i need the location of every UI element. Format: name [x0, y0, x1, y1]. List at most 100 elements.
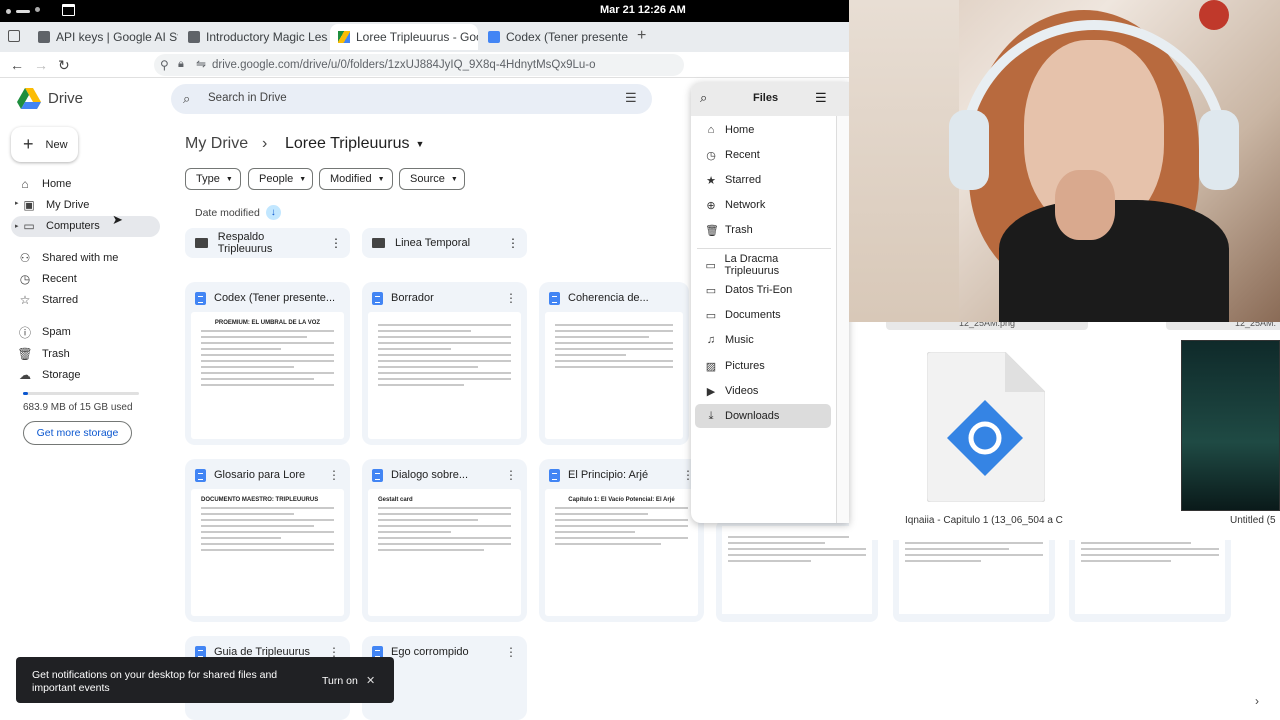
bookmark-label: Pictures: [725, 360, 765, 372]
workspace-indicator[interactable]: [35, 7, 40, 12]
sidebar-item-shared[interactable]: ⚇ Shared with me: [18, 248, 119, 268]
doc-card-borrador[interactable]: Borrador ⋮: [362, 282, 527, 445]
doc-card-principio[interactable]: El Principio: Arjé ⋮ Capítulo 1: El Vacío…: [539, 459, 704, 622]
tab-loree-drive[interactable]: Loree Tripleuurus - Goog✕: [330, 24, 478, 50]
folder-linea-temporal[interactable]: Linea Temporal ⋮: [362, 228, 527, 258]
sidebar-label: Trash: [42, 348, 70, 360]
drive-search-bar[interactable]: ⌕ Search in Drive ☰: [171, 84, 652, 114]
more-vert-icon[interactable]: ⋮: [505, 645, 517, 659]
more-vert-icon[interactable]: ⋮: [507, 236, 519, 250]
files-place-starred[interactable]: ★ Starred: [695, 168, 831, 192]
url-field[interactable]: ⚲ 🔒︎ ⇋ drive.google.com/drive/u/0/folder…: [154, 54, 684, 76]
files-bookmark-datos[interactable]: ▭ Datos Tri-Eon: [695, 278, 831, 302]
more-vert-icon[interactable]: ⋮: [505, 468, 517, 482]
doc-card-dialogo[interactable]: Dialogo sobre... ⋮ Gestalt card: [362, 459, 527, 622]
sidebar-item-trash[interactable]: 🗑︎ Trash: [17, 344, 70, 364]
filter-type[interactable]: Type ▼: [185, 168, 241, 190]
reload-icon[interactable]: ↻: [58, 57, 70, 74]
sidebar-label: Computers: [46, 220, 100, 232]
site-info-icon[interactable]: ⚲: [160, 58, 169, 72]
tune-icon[interactable]: ⇋: [196, 57, 206, 71]
workspace-indicator[interactable]: [6, 9, 11, 14]
clock-icon: ◷: [19, 272, 31, 286]
thumb-title: Gestalt card: [378, 497, 413, 503]
files-bookmark-pictures[interactable]: ▨ Pictures: [695, 354, 831, 378]
tab-codex[interactable]: Codex (Tener presente us✕: [480, 24, 628, 50]
drive-favicon-icon: [338, 31, 350, 43]
sidebar-item-spam[interactable]: ⓘ Spam: [18, 322, 71, 342]
new-tab-plus-icon[interactable]: +: [637, 27, 646, 45]
doc-name: Coherencia de...: [568, 292, 649, 304]
star-icon: ★: [706, 174, 716, 187]
forward-arrow-icon[interactable]: →: [34, 57, 48, 73]
chevron-right-icon[interactable]: ›: [1255, 694, 1259, 708]
new-button[interactable]: + New: [11, 127, 78, 162]
back-arrow-icon[interactable]: ←: [10, 57, 24, 73]
folder-respaldo[interactable]: Respaldo Tripleuurus ⋮: [185, 228, 350, 258]
sidebar-label: Spam: [42, 326, 71, 338]
sidebar-item-my-drive[interactable]: ▣ My Drive: [22, 195, 89, 215]
bookmark-label: Documents: [725, 309, 781, 321]
turn-on-button[interactable]: Turn on: [322, 675, 358, 687]
tab-search-icon[interactable]: [8, 30, 20, 42]
sidebar-item-home[interactable]: ⌂ Home: [18, 174, 71, 194]
script-file-icon[interactable]: [926, 351, 1046, 503]
tab-api-keys[interactable]: API keys | Google AI Studi✕: [30, 24, 178, 50]
webcam-background-object: [1199, 0, 1229, 30]
sidebar-item-starred[interactable]: ☆ Starred: [18, 290, 78, 310]
doc-card-codex[interactable]: Codex (Tener presente...⋮ PROEMIUM: EL U…: [185, 282, 350, 445]
drive-logo-icon[interactable]: [17, 88, 41, 110]
breadcrumb-root[interactable]: My Drive: [185, 135, 248, 153]
video-thumbnail[interactable]: [1181, 340, 1280, 511]
bookmark-label: Music: [725, 334, 754, 346]
activities-window-icon[interactable]: [62, 4, 75, 16]
get-more-storage-button[interactable]: Get more storage: [23, 421, 132, 445]
tab-magic-lesson[interactable]: Introductory Magic Lesso✕: [180, 24, 328, 50]
clock-icon: ◷: [706, 149, 716, 162]
workspace-indicator-active[interactable]: [16, 10, 30, 13]
more-vert-icon[interactable]: ⋮: [505, 291, 517, 305]
filter-modified[interactable]: Modified ▼: [319, 168, 393, 190]
doc-name: Codex (Tener presente...: [214, 292, 336, 304]
sidebar-item-storage[interactable]: ☁︎ Storage: [18, 365, 81, 385]
files-place-home[interactable]: ⌂ Home: [695, 118, 831, 142]
expand-arrow-icon[interactable]: ▸: [15, 222, 19, 230]
file-name-label[interactable]: Iqnaiia - Capitulo 1 (13_06_504 a C: [905, 515, 1070, 526]
sort-arrow-down-icon[interactable]: ↓: [265, 205, 281, 220]
sidebar-item-recent[interactable]: ◷ Recent: [18, 269, 77, 289]
system-clock[interactable]: Mar 21 12:26 AM: [600, 4, 686, 16]
files-bookmark-downloads[interactable]: ⤓ Downloads: [695, 404, 831, 428]
close-icon[interactable]: ✕: [366, 674, 375, 687]
my-drive-icon: ▣: [23, 198, 35, 212]
more-vert-icon[interactable]: ⋮: [330, 236, 342, 250]
doc-thumbnail: [545, 312, 683, 439]
file-name-label[interactable]: Untitled (5: [1230, 515, 1276, 526]
drive-brand[interactable]: Drive: [48, 90, 83, 107]
more-vert-icon[interactable]: ⋮: [328, 468, 340, 482]
hamburger-menu-icon[interactable]: ☰: [815, 90, 827, 106]
files-place-trash[interactable]: 🗑︎ Trash: [695, 218, 831, 242]
files-bookmark-documents[interactable]: ▭ Documents: [695, 303, 831, 327]
docs-icon: [372, 468, 383, 482]
files-bookmark-dracma[interactable]: ▭ La Dracma Tripleuurus: [695, 253, 831, 277]
breadcrumb-current-label: Loree Tripleuurus: [285, 135, 410, 152]
files-bookmark-music[interactable]: ♫ Music: [695, 328, 831, 352]
files-place-recent[interactable]: ◷ Recent: [695, 143, 831, 167]
place-label: Recent: [725, 149, 760, 161]
sidebar-item-computers[interactable]: ▭ Computers: [22, 216, 100, 236]
filter-people[interactable]: People ▼: [248, 168, 313, 190]
spam-icon: ⓘ: [18, 325, 31, 340]
place-label: Network: [725, 199, 766, 211]
doc-card-glosario[interactable]: Glosario para Lore ⋮ DOCUMENTO MAESTRO: T…: [185, 459, 350, 622]
files-bookmark-videos[interactable]: ▶ Videos: [695, 379, 831, 403]
breadcrumb-current[interactable]: Loree Tripleuurus ▼: [285, 135, 424, 153]
filter-source[interactable]: Source ▼: [399, 168, 465, 190]
doc-card-coherencia[interactable]: Coherencia de...: [539, 282, 689, 445]
docs-icon: [372, 291, 383, 305]
files-place-network[interactable]: ⊕ Network: [695, 193, 831, 217]
search-icon[interactable]: ⌕: [700, 90, 707, 106]
expand-arrow-icon[interactable]: ▸: [15, 199, 19, 207]
sort-date-modified[interactable]: Date modified ↓: [195, 205, 281, 220]
tab-favicon-icon: [188, 31, 200, 43]
search-options-icon[interactable]: ☰: [625, 90, 637, 106]
